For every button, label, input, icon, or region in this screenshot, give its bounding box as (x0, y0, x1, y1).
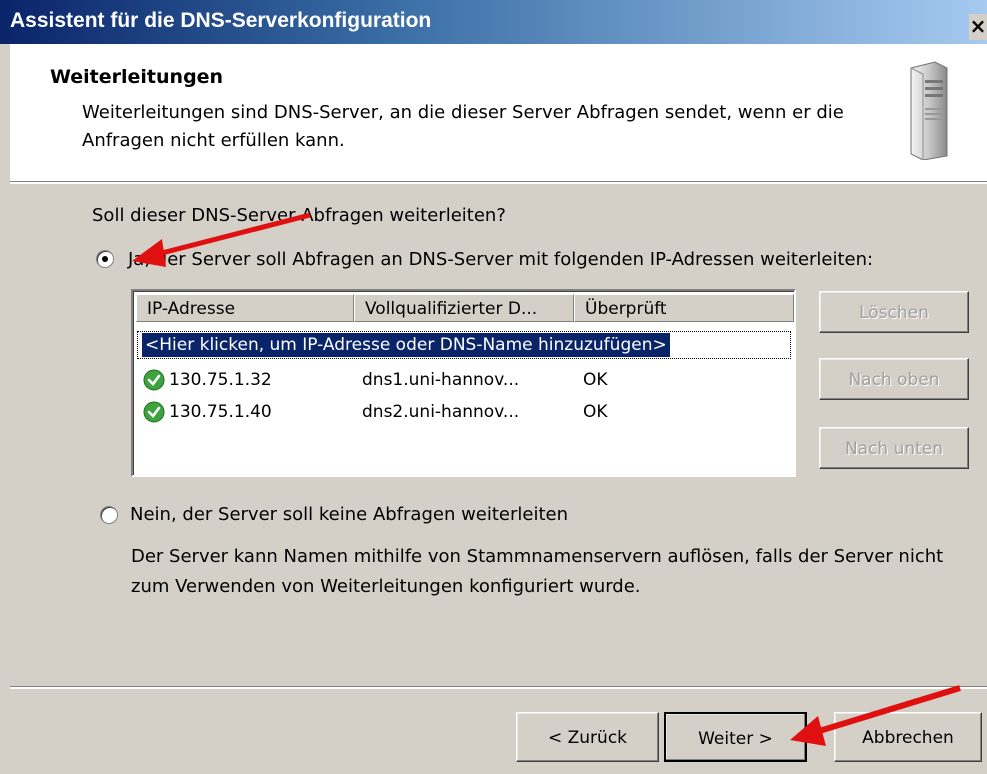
list-header: IP-Adresse Vollqualifizierter D... Überp… (136, 294, 794, 324)
radio-forward-no-description: Der Server kann Namen mithilfe von Stamm… (131, 546, 944, 597)
page-description: Weiterleitungen sind DNS-Server, an die … (82, 102, 844, 151)
server-icon (910, 61, 948, 160)
move-up-button[interactable]: Nach oben (819, 358, 969, 400)
radio-forward-yes[interactable] (96, 250, 114, 268)
column-header-fqdn[interactable]: Vollqualifizierter D... (354, 294, 574, 322)
window-title: Assistent für die DNS-Serverkonfiguratio… (10, 9, 432, 32)
move-down-button[interactable]: Nach unten (819, 427, 969, 469)
close-icon[interactable]: × (969, 14, 987, 40)
column-header-verified[interactable]: Überprüft (574, 294, 794, 322)
back-button[interactable]: < Zurück (516, 712, 659, 762)
table-row[interactable]: 130.75.1.40 dns2.uni-hannov... OK (137, 397, 787, 427)
radio-selected-dot (102, 256, 108, 262)
column-header-ip[interactable]: IP-Adresse (136, 294, 354, 322)
annotation-arrow-radio (132, 212, 311, 267)
check-ok-icon (143, 401, 165, 423)
table-row[interactable]: 130.75.1.32 dns1.uni-hannov... OK (137, 365, 787, 395)
page-title: Weiterleitungen (50, 66, 224, 88)
row-status: OK (583, 402, 608, 422)
title-bar: Assistent für die DNS-Serverkonfiguratio… (0, 0, 987, 44)
check-ok-icon (143, 369, 165, 391)
row-ip: 130.75.1.32 (169, 370, 272, 390)
header-divider (10, 181, 987, 184)
add-entry-prompt[interactable]: <Hier klicken, um IP-Adresse oder DNS-Na… (142, 333, 670, 357)
add-entry-row[interactable]: <Hier klicken, um IP-Adresse oder DNS-Na… (137, 331, 791, 359)
row-fqdn: dns2.uni-hannov... (362, 402, 520, 422)
radio-forward-no[interactable] (100, 506, 118, 524)
row-status: OK (583, 370, 608, 390)
delete-button[interactable]: Löschen (819, 291, 969, 333)
row-ip: 130.75.1.40 (169, 402, 272, 422)
radio-forward-no-label[interactable]: Nein, der Server soll keine Abfragen wei… (130, 504, 568, 525)
wizard-header: Weiterleitungen Weiterleitungen sind DNS… (10, 44, 987, 181)
row-fqdn: dns1.uni-hannov... (362, 370, 520, 390)
forwarders-list[interactable]: IP-Adresse Vollqualifizierter D... Überp… (131, 289, 796, 477)
annotation-arrow-next (790, 685, 961, 746)
